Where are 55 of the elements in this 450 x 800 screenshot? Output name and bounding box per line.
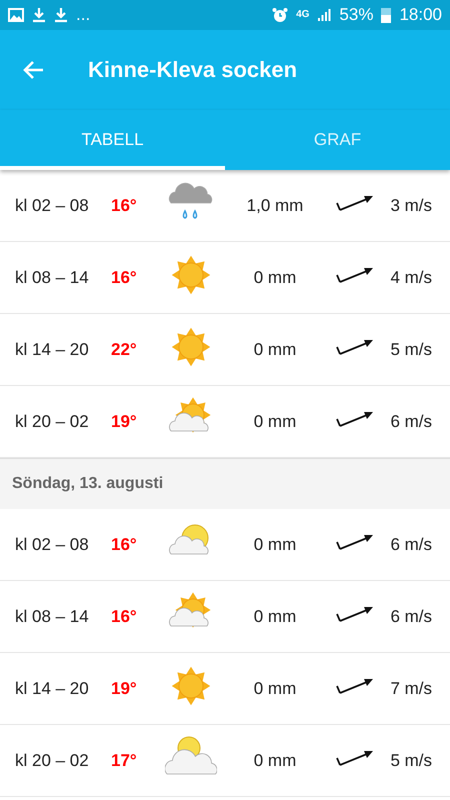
precipitation: 0 mm	[254, 268, 296, 288]
precipitation: 0 mm	[254, 340, 296, 360]
temperature: 16°	[111, 196, 138, 216]
temperature: 22°	[111, 340, 138, 360]
time-range: kl 02 – 08	[15, 196, 90, 216]
wind-arrow-icon	[336, 265, 374, 285]
signal-icon	[317, 8, 332, 22]
tab[interactable]: TABELL	[0, 110, 225, 170]
overflow-indicator: ...	[76, 5, 90, 25]
precipitation: 0 mm	[254, 750, 296, 770]
wind-speed: 3 m/s	[390, 196, 432, 216]
wind-speed: 5 m/s	[390, 340, 432, 360]
download-icon	[32, 7, 46, 23]
wind-arrow-icon	[336, 409, 374, 429]
tab[interactable]: GRAF	[225, 110, 450, 170]
time-range: kl 02 – 08	[15, 534, 90, 554]
temperature: 16°	[111, 606, 138, 626]
time-range: kl 20 – 02	[15, 412, 90, 432]
temperature: 16°	[111, 268, 138, 288]
wind-speed: 7 m/s	[390, 678, 432, 698]
temperature: 16°	[111, 534, 138, 554]
time-range: kl 14 – 20	[15, 678, 90, 698]
precipitation: 0 mm	[254, 678, 296, 698]
day-heading: Söndag, 13. augusti	[0, 458, 450, 509]
time-range: kl 14 – 20	[15, 340, 90, 360]
wind-speed: 6 m/s	[390, 606, 432, 626]
temperature: 19°	[111, 412, 138, 432]
battery-icon	[381, 7, 392, 23]
wind-arrow-icon	[336, 676, 374, 696]
alarm-icon	[272, 7, 288, 23]
back-arrow-icon[interactable]	[22, 60, 44, 80]
wind-arrow-icon	[336, 193, 374, 213]
time-range: kl 08 – 14	[15, 606, 90, 626]
wind-speed: 5 m/s	[390, 750, 432, 770]
precipitation: 0 mm	[254, 606, 296, 626]
wind-arrow-icon	[336, 532, 374, 552]
image-icon	[8, 8, 24, 22]
download-icon	[54, 7, 68, 23]
time-range: kl 08 – 14	[15, 268, 90, 288]
wind-speed: 4 m/s	[390, 268, 432, 288]
wind-arrow-icon	[336, 337, 374, 357]
screen-title: Kinne-Kleva socken	[88, 57, 298, 83]
wind-arrow-icon	[336, 748, 374, 768]
precipitation: 0 mm	[254, 412, 296, 432]
wind-speed: 6 m/s	[390, 534, 432, 554]
precipitation: 1,0 mm	[246, 196, 304, 216]
clock: 18:00	[399, 5, 442, 25]
time-range: kl 20 – 02	[15, 750, 90, 770]
wind-arrow-icon	[336, 604, 374, 624]
wind-speed: 6 m/s	[390, 412, 432, 432]
temperature: 19°	[111, 678, 138, 698]
temperature: 17°	[111, 750, 138, 770]
network-type: 4G	[296, 10, 310, 20]
battery-percentage: 53%	[339, 5, 374, 25]
precipitation: 0 mm	[254, 534, 296, 554]
